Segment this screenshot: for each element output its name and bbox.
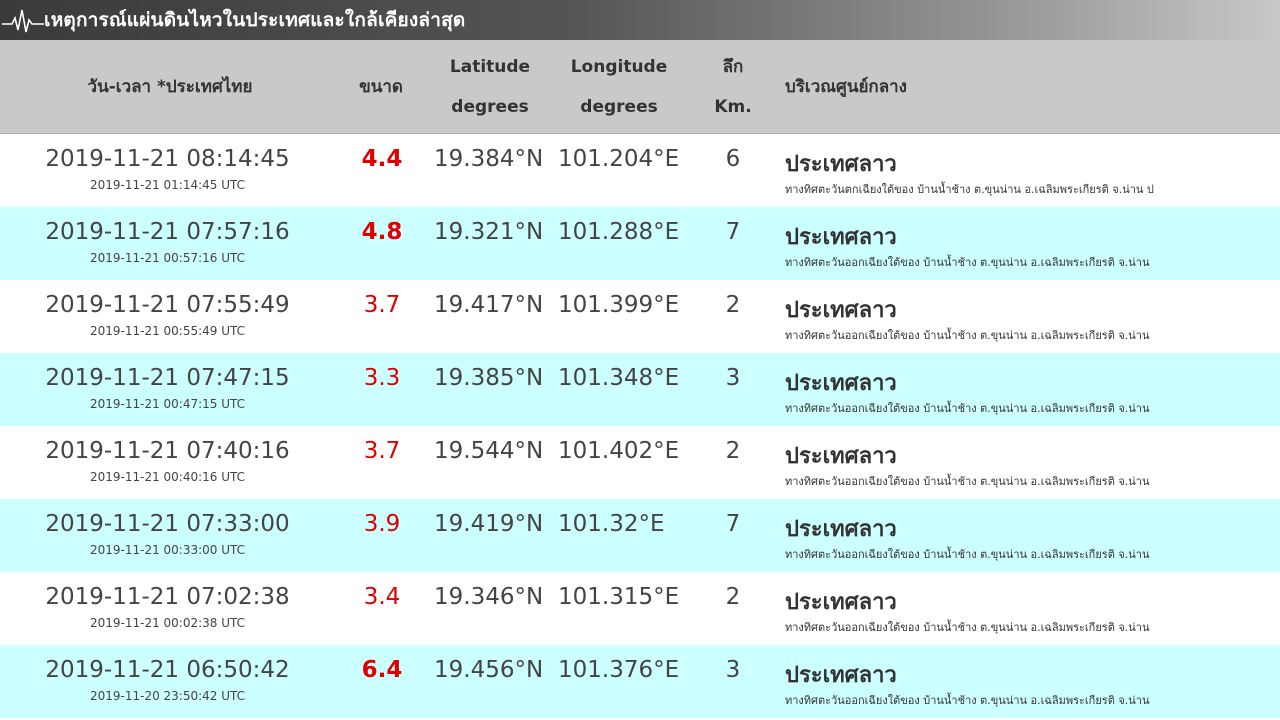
table-row[interactable]: 2019-11-21 07:33:00 2019-11-21 00:33:00 … [0,499,1280,572]
header-region: บริเวณศูนย์กลาง [785,77,907,97]
magnitude-value: 3.7 [363,292,401,318]
local-datetime: 2019-11-21 07:55:49 [45,292,290,318]
longitude-value: 101.348°E [558,365,680,391]
header-longitude-unit: degrees [580,97,658,117]
depth-value: 7 [725,219,741,245]
latitude-value: 19.544°N [434,438,544,464]
magnitude-value: 6.4 [361,657,403,683]
depth-value: 3 [725,365,741,391]
table-row[interactable]: 2019-11-21 06:50:42 2019-11-20 23:50:42 … [0,645,1280,718]
latitude-value: 19.417°N [434,292,544,318]
header-datetime: วัน-เวลา *ประเทศไทย [87,77,253,97]
table-row[interactable]: 2019-11-21 07:47:15 2019-11-21 00:47:15 … [0,353,1280,426]
header-latitude-label: Latitude [449,57,531,77]
longitude-value: 101.204°E [558,146,680,172]
utc-datetime: 2019-11-21 00:33:00 UTC [89,543,246,557]
header-depth-unit: Km. [714,97,752,117]
header-longitude-label: Longitude [570,57,668,77]
earthquake-table: 2019-11-21 08:14:45 2019-11-21 01:14:45 … [0,134,1280,718]
table-row[interactable]: 2019-11-21 07:57:16 2019-11-21 00:57:16 … [0,207,1280,280]
utc-datetime: 2019-11-21 00:40:16 UTC [89,470,246,484]
magnitude-value: 3.9 [363,511,401,537]
depth-value: 2 [725,292,741,318]
table-header: วัน-เวลา *ประเทศไทย ขนาด Latitude degree… [0,40,1280,134]
magnitude-value: 3.3 [363,365,401,391]
depth-value: 7 [725,511,741,537]
region-name: ประเทศลาว [785,444,897,469]
region-name: ประเทศลาว [785,225,897,250]
page-title: เหตุการณ์แผ่นดินไหวในประเทศและใกล้เคียงล… [44,9,466,31]
local-datetime: 2019-11-21 08:14:45 [45,146,290,172]
utc-datetime: 2019-11-21 00:47:15 UTC [89,397,246,411]
latitude-value: 19.385°N [434,365,544,391]
magnitude-value: 3.4 [363,584,401,610]
header-latitude-unit: degrees [451,97,529,117]
table-row[interactable]: 2019-11-21 07:02:38 2019-11-21 00:02:38 … [0,572,1280,645]
utc-datetime: 2019-11-21 00:02:38 UTC [89,616,246,630]
local-datetime: 2019-11-21 06:50:42 [45,657,290,683]
table-row[interactable]: 2019-11-21 07:55:49 2019-11-21 00:55:49 … [0,280,1280,353]
latitude-value: 19.346°N [434,584,544,610]
latitude-value: 19.456°N [434,657,544,683]
region-name: ประเทศลาว [785,371,897,396]
local-datetime: 2019-11-21 07:57:16 [45,219,290,245]
longitude-value: 101.399°E [558,292,680,318]
depth-value: 6 [725,146,741,172]
region-detail: ทางทิศตะวันออกเฉียงใต้ของ บ้านน้ำช้าง ต.… [785,548,1150,561]
region-detail: ทางทิศตะวันออกเฉียงใต้ของ บ้านน้ำช้าง ต.… [785,402,1150,415]
longitude-value: 101.288°E [558,219,680,245]
latitude-value: 19.321°N [434,219,544,245]
table-row[interactable]: 2019-11-21 07:40:16 2019-11-21 00:40:16 … [0,426,1280,499]
utc-datetime: 2019-11-21 00:55:49 UTC [89,324,246,338]
local-datetime: 2019-11-21 07:40:16 [45,438,290,464]
local-datetime: 2019-11-21 07:33:00 [45,511,290,537]
region-name: ประเทศลาว [785,590,897,615]
region-detail: ทางทิศตะวันออกเฉียงใต้ของ บ้านน้ำช้าง ต.… [785,256,1150,269]
region-detail: ทางทิศตะวันออกเฉียงใต้ของ บ้านน้ำช้าง ต.… [785,329,1150,342]
table-row[interactable]: 2019-11-21 08:14:45 2019-11-21 01:14:45 … [0,134,1280,207]
region-name: ประเทศลาว [785,517,897,542]
seismograph-pulse-icon [2,9,44,33]
local-datetime: 2019-11-21 07:02:38 [45,584,290,610]
region-detail: ทางทิศตะวันออกเฉียงใต้ของ บ้านน้ำช้าง ต.… [785,621,1150,634]
utc-datetime: 2019-11-21 01:14:45 UTC [89,178,246,192]
header-depth: ลึก Km. [698,47,768,127]
longitude-value: 101.402°E [558,438,680,464]
region-name: ประเทศลาว [785,152,897,177]
region-detail: ทางทิศตะวันออกเฉียงใต้ของ บ้านน้ำช้าง ต.… [785,475,1150,488]
longitude-value: 101.315°E [558,584,680,610]
region-detail: ทางทิศตะวันตกเฉียงใต้ของ บ้านน้ำช้าง ต.ข… [785,183,1154,196]
header-magnitude: ขนาด [359,77,403,97]
longitude-value: 101.376°E [558,657,680,683]
depth-value: 2 [725,438,741,464]
latitude-value: 19.419°N [434,511,544,537]
header-latitude: Latitude degrees [434,47,546,127]
region-detail: ทางทิศตะวันออกเฉียงใต้ของ บ้านน้ำช้าง ต.… [785,694,1150,707]
header-depth-label: ลึก [722,57,744,77]
local-datetime: 2019-11-21 07:47:15 [45,365,290,391]
title-bar: เหตุการณ์แผ่นดินไหวในประเทศและใกล้เคียงล… [0,0,1280,40]
magnitude-value: 3.7 [363,438,401,464]
magnitude-value: 4.8 [361,219,403,245]
magnitude-value: 4.4 [361,146,403,172]
depth-value: 2 [725,584,741,610]
region-name: ประเทศลาว [785,298,897,323]
latitude-value: 19.384°N [434,146,544,172]
depth-value: 3 [725,657,741,683]
utc-datetime: 2019-11-21 00:57:16 UTC [89,251,246,265]
region-name: ประเทศลาว [785,663,897,688]
longitude-value: 101.32°E [558,511,665,537]
utc-datetime: 2019-11-20 23:50:42 UTC [89,689,246,703]
header-longitude: Longitude degrees [556,47,682,127]
